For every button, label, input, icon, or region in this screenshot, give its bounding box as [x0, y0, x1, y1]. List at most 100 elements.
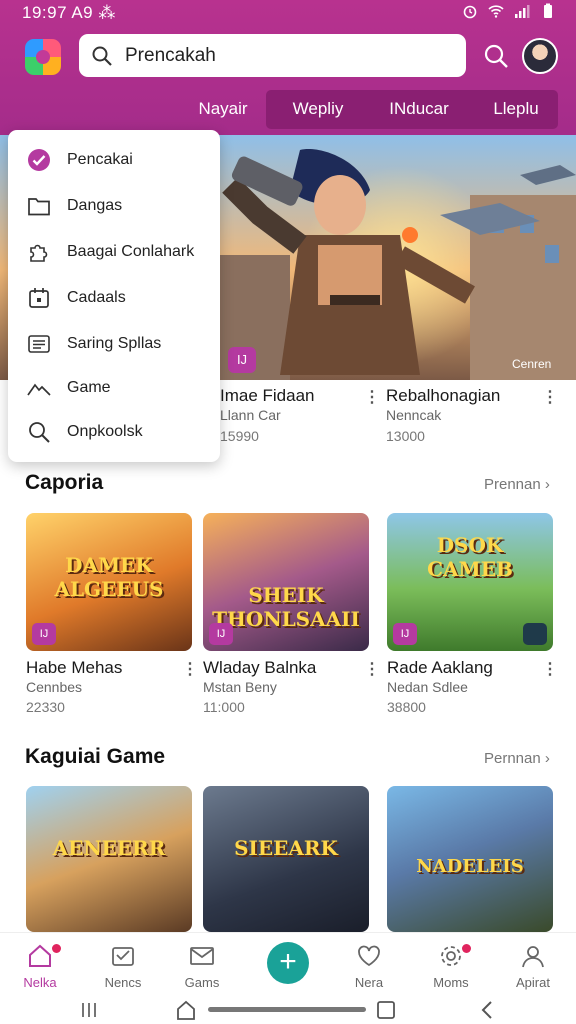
more-options-icon[interactable]: ⋮ [542, 387, 558, 407]
thumbnail-badge: IJ [209, 623, 233, 645]
menu-item-pencakai[interactable]: Pencakai [8, 138, 220, 182]
card-title[interactable]: Habe Mehas [26, 658, 122, 678]
nav-item-home[interactable]: Nelka [5, 943, 75, 990]
card-subtitle: Nedan Sdlee [387, 679, 468, 695]
nav-item-profile[interactable]: Apirat [498, 943, 568, 990]
game-thumbnail[interactable]: AENEERR [26, 786, 192, 932]
tab-nayair[interactable]: Nayair [180, 90, 266, 128]
more-options-icon[interactable]: ⋮ [542, 659, 558, 679]
game-thumbnail[interactable]: DAMEK ALGEEUS IJ [26, 513, 192, 651]
status-bar: 19:97 A9 ⁂ [0, 0, 576, 26]
menu-item-label: Onpkoolsk [67, 423, 143, 440]
battery-icon [544, 3, 552, 18]
app-logo[interactable] [25, 39, 61, 75]
thumbnail-caption: AENEERR [52, 836, 166, 860]
dropdown-menu: Pencakai Dangas Baagai Conlahark Cadaals… [8, 130, 220, 462]
card-title[interactable]: Wladay Balnka [203, 658, 316, 678]
nav-label: Moms [433, 975, 469, 990]
overview-icon[interactable] [377, 1001, 395, 1019]
heart-icon [358, 945, 380, 967]
card-count: 38800 [387, 699, 426, 715]
home-nav-icon[interactable] [176, 1000, 196, 1020]
mail-icon [190, 947, 214, 965]
menu-item-saring[interactable]: Saring Spllas [8, 322, 220, 366]
search-bar[interactable]: Prencakah [79, 34, 466, 77]
back-icon[interactable] [480, 1000, 494, 1020]
thumbnail-badge: IJ [393, 623, 417, 645]
section-more-link[interactable]: Pernnan › [484, 750, 550, 767]
puzzle-icon [30, 244, 48, 262]
calendar-icon [29, 288, 49, 308]
card-count: 11:000 [203, 699, 245, 715]
thumbnail-corner-icon [523, 623, 547, 645]
menu-item-game[interactable]: Game [8, 366, 220, 410]
mountain-icon [27, 383, 51, 396]
alarm-icon [463, 5, 477, 19]
card-subtitle: Cennbes [26, 679, 83, 695]
notification-dot [462, 944, 471, 953]
tab-inducar[interactable]: INducar [370, 90, 468, 128]
card-subtitle: Mstan Beny [203, 679, 277, 695]
tab-lleplu[interactable]: Lleplu [470, 90, 562, 128]
menu-item-label: Pencakai [67, 151, 133, 168]
card-title[interactable]: Rebalhonagian [386, 386, 500, 406]
menu-item-label: Baagai Conlahark [67, 243, 195, 260]
card-subtitle: Nenncak [386, 407, 442, 423]
section-title: Caporia [25, 471, 104, 494]
nav-item-mail[interactable]: Gams [167, 943, 237, 990]
search-input[interactable]: Prencakah [125, 45, 216, 67]
add-button[interactable]: + [267, 942, 309, 984]
menu-item-label: Saring Spllas [67, 335, 162, 352]
check-circle-icon [28, 149, 50, 171]
hero-badge: IJ [228, 347, 256, 373]
thumbnail-caption: SHEIK THONLSAAII [212, 583, 360, 631]
menu-item-label: Cadaals [67, 289, 126, 306]
avatar[interactable] [522, 38, 558, 74]
card-title[interactable]: Rade Aaklang [387, 658, 493, 678]
status-time: 19:97 A9 ⁂ [22, 3, 116, 22]
nav-item-favorites[interactable]: Nera [334, 943, 404, 990]
menu-item-onpkoolsk[interactable]: Onpkoolsk [8, 410, 220, 454]
nav-item-inbox[interactable]: Nencs [88, 943, 158, 990]
nav-label: Nencs [104, 975, 142, 990]
list-icon [28, 335, 50, 353]
card-count: 15990 [220, 428, 259, 444]
thumbnail-caption: DSOK CAMEB [427, 533, 513, 581]
signal-icon [515, 5, 530, 18]
card-title[interactable]: Imae Fidaan [220, 386, 315, 406]
header-search-icon[interactable] [482, 42, 510, 70]
menu-item-dangas[interactable]: Dangas [8, 184, 220, 228]
section-more-label: Prennan [484, 476, 541, 493]
more-options-icon[interactable]: ⋮ [182, 659, 198, 679]
section-more-link[interactable]: Prennan › [484, 476, 550, 493]
menu-item-cadaals[interactable]: Cadaals [8, 276, 220, 320]
person-icon [522, 946, 544, 968]
section-more-label: Pernnan [484, 750, 541, 767]
search-icon [92, 46, 112, 66]
tab-wepliy[interactable]: Wepliy [270, 90, 366, 128]
menu-item-baagai[interactable]: Baagai Conlahark [8, 230, 220, 274]
game-thumbnail[interactable]: SHEIK THONLSAAII IJ [203, 513, 369, 651]
search-icon [29, 422, 50, 443]
nav-label: Nera [354, 975, 384, 990]
gear-icon [441, 946, 461, 966]
nav-label: Nelka [23, 975, 57, 990]
recents-icon[interactable] [80, 1002, 98, 1018]
game-thumbnail[interactable]: NADELEIS [387, 786, 553, 932]
more-options-icon[interactable]: ⋮ [364, 387, 380, 407]
home-pill[interactable] [208, 1007, 366, 1012]
more-options-icon[interactable]: ⋮ [364, 659, 380, 679]
thumbnail-caption: SIEEARK [234, 836, 338, 860]
thumbnail-badge: IJ [32, 623, 56, 645]
card-count: 13000 [386, 428, 425, 444]
game-thumbnail[interactable]: DSOK CAMEB IJ [387, 513, 553, 651]
nav-item-settings[interactable]: Moms [416, 943, 486, 990]
inbox-icon [112, 947, 134, 966]
hero-corner-label: Cenren [512, 357, 552, 371]
menu-item-label: Dangas [67, 197, 123, 214]
menu-item-label: Game [67, 379, 111, 396]
card-count: 22330 [26, 699, 65, 715]
game-thumbnail[interactable]: SIEEARK [203, 786, 369, 932]
nav-label: Apirat [516, 975, 550, 990]
thumbnail-caption: DAMEK ALGEEUS [54, 553, 164, 601]
